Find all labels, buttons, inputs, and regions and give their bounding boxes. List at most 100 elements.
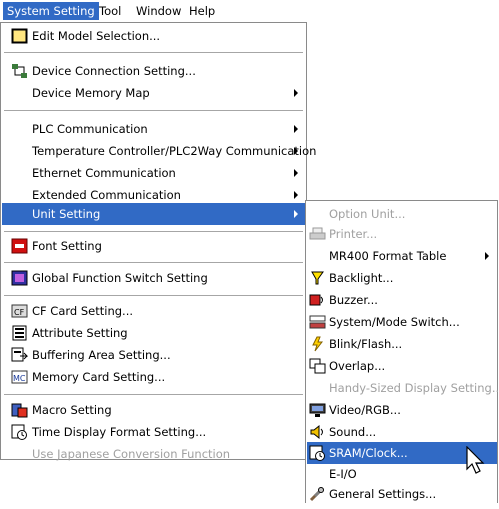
menu-item-label: Time Display Format Setting... xyxy=(32,425,207,439)
submenu-arrow-icon xyxy=(294,191,298,199)
menu-tool[interactable]: Tool xyxy=(95,2,125,20)
submenu-item-sound[interactable]: Sound... xyxy=(307,421,497,443)
submenu-arrow-icon xyxy=(294,147,298,155)
submenu-item-label: Buzzer... xyxy=(329,293,378,307)
menu-item-device-memory-map[interactable]: Device Memory Map xyxy=(2,82,305,104)
mouse-pointer-icon xyxy=(466,445,488,478)
submenu-item-label: E-I/O xyxy=(329,467,357,481)
menu-item-label: Memory Card Setting... xyxy=(32,370,166,384)
submenu-item-label: Blink/Flash... xyxy=(329,337,403,351)
macro-icon xyxy=(11,402,28,418)
menu-item-temperature-controller[interactable]: Temperature Controller/PLC2Way Communica… xyxy=(2,140,316,162)
menu-item-font-setting[interactable]: Font Setting xyxy=(2,235,305,257)
global-function-icon xyxy=(11,270,28,286)
cf-card-icon: CF xyxy=(11,303,28,319)
submenu-item-handy-sized-display[interactable]: Handy-Sized Display Setting... xyxy=(307,377,499,399)
menu-separator xyxy=(4,295,303,296)
submenu-item-buzzer[interactable]: Buzzer... xyxy=(307,289,497,311)
backlight-icon xyxy=(309,270,326,286)
submenu-item-overlap[interactable]: Overlap... xyxy=(307,355,497,377)
menu-item-device-connection[interactable]: Device Connection Setting... xyxy=(2,60,305,82)
submenu-item-system-mode-switch[interactable]: System/Mode Switch... xyxy=(307,311,497,333)
submenu-item-label: SRAM/Clock... xyxy=(329,446,408,460)
submenu-item-printer[interactable]: Printer... xyxy=(307,223,497,245)
font-icon xyxy=(11,238,28,254)
menu-item-time-display-format[interactable]: Time Display Format Setting... xyxy=(2,421,305,443)
sram-clock-icon xyxy=(309,445,326,461)
svg-text:MC: MC xyxy=(13,374,26,383)
submenu-item-label: Backlight... xyxy=(329,271,394,285)
submenu-arrow-icon xyxy=(294,169,298,177)
menu-item-label: CF Card Setting... xyxy=(32,304,134,318)
submenu-arrow-icon xyxy=(294,125,298,133)
menu-help[interactable]: Help xyxy=(185,2,219,20)
submenu-item-video-rgb[interactable]: Video/RGB... xyxy=(307,399,497,421)
attribute-icon xyxy=(11,325,28,341)
printer-icon xyxy=(309,226,326,242)
svg-text:CF: CF xyxy=(14,308,25,317)
submenu-item-mr400-format-table[interactable]: MR400 Format Table xyxy=(307,245,497,267)
menu-item-plc-communication[interactable]: PLC Communication xyxy=(2,118,305,140)
menu-item-label: Temperature Controller/PLC2Way Communica… xyxy=(32,144,317,158)
submenu-item-label: System/Mode Switch... xyxy=(329,315,460,329)
submenu-item-label: Printer... xyxy=(329,227,378,241)
menu-separator xyxy=(4,52,303,53)
menu-item-ethernet-communication[interactable]: Ethernet Communication xyxy=(2,162,305,184)
menu-item-edit-model-selection[interactable]: Edit Model Selection... xyxy=(2,25,305,47)
submenu-item-label: MR400 Format Table xyxy=(329,249,447,263)
menu-item-global-function-switch[interactable]: Global Function Switch Setting xyxy=(2,267,305,289)
submenu-item-backlight[interactable]: Backlight... xyxy=(307,267,497,289)
submenu-item-blink-flash[interactable]: Blink/Flash... xyxy=(307,333,497,355)
memory-card-icon: MC xyxy=(11,369,28,385)
menu-item-label: Ethernet Communication xyxy=(32,166,176,180)
menu-item-label: Attribute Setting xyxy=(32,326,128,340)
menu-item-label: Use Japanese Conversion Function xyxy=(32,447,231,461)
submenu-item-label: General Settings... xyxy=(329,487,437,501)
submenu-item-label: Overlap... xyxy=(329,359,386,373)
menu-item-attribute-setting[interactable]: Attribute Setting xyxy=(2,322,305,344)
menu-item-label: Global Function Switch Setting xyxy=(32,271,208,285)
submenu-arrow-icon xyxy=(485,252,489,260)
menu-system-setting[interactable]: System Setting xyxy=(3,2,99,20)
blink-flash-icon xyxy=(309,336,326,352)
menu-separator xyxy=(4,231,303,232)
submenu-item-general-settings[interactable]: General Settings... xyxy=(307,483,497,505)
overlap-icon xyxy=(309,358,326,374)
edit-model-icon xyxy=(11,28,28,44)
menu-item-label: Buffering Area Setting... xyxy=(32,348,171,362)
menu-item-label: Font Setting xyxy=(32,239,102,253)
menu-item-label: Device Connection Setting... xyxy=(32,64,196,78)
submenu-arrow-icon xyxy=(294,89,298,97)
menu-item-label: PLC Communication xyxy=(32,122,148,136)
menu-item-japanese-conversion[interactable]: Use Japanese Conversion Function xyxy=(2,443,305,465)
submenu-item-option-unit[interactable]: Option Unit... xyxy=(307,203,497,225)
general-settings-icon xyxy=(309,486,326,502)
menu-separator xyxy=(4,262,303,263)
menu-item-unit-setting[interactable]: Unit Setting xyxy=(2,203,305,225)
device-connection-icon xyxy=(11,63,28,79)
sound-icon xyxy=(309,424,326,440)
submenu-item-label: Sound... xyxy=(329,425,377,439)
submenu-item-label: Option Unit... xyxy=(329,207,406,221)
system-setting-dropdown: Edit Model Selection... Device Connectio… xyxy=(0,22,316,461)
menu-item-buffering-area-setting[interactable]: Buffering Area Setting... xyxy=(2,344,305,366)
video-rgb-icon xyxy=(309,402,326,418)
submenu-item-label: Handy-Sized Display Setting... xyxy=(329,381,499,395)
time-display-icon xyxy=(11,424,28,440)
menu-item-label: Edit Model Selection... xyxy=(32,29,161,43)
menu-item-macro-setting[interactable]: Macro Setting xyxy=(2,399,305,421)
menu-item-memory-card-setting[interactable]: MC Memory Card Setting... xyxy=(2,366,305,388)
menu-bar: System Setting Tool Window Help xyxy=(0,0,499,22)
menu-item-label: Macro Setting xyxy=(32,403,112,417)
menu-item-label: Device Memory Map xyxy=(32,86,150,100)
menu-window[interactable]: Window xyxy=(132,2,185,20)
menu-item-label: Unit Setting xyxy=(32,207,101,221)
menu-separator xyxy=(4,394,303,395)
system-mode-switch-icon xyxy=(309,314,326,330)
submenu-item-label: Video/RGB... xyxy=(329,403,401,417)
buffering-area-icon xyxy=(11,347,29,363)
menu-separator xyxy=(4,110,303,111)
buzzer-icon xyxy=(309,292,326,308)
menu-item-cf-card-setting[interactable]: CF CF Card Setting... xyxy=(2,300,305,322)
submenu-arrow-icon xyxy=(294,210,298,218)
